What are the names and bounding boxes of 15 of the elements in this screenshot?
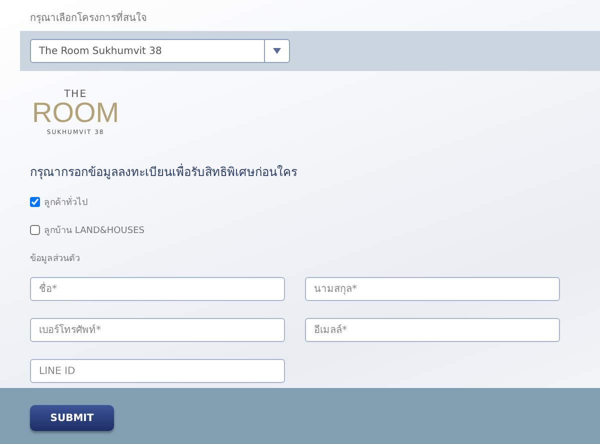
checkbox-label: ลูกบ้าน LAND&HOUSES: [44, 224, 144, 237]
submit-button[interactable]: SUBMIT: [30, 405, 114, 431]
section-label: ข้อมูลส่วนตัว: [30, 252, 81, 265]
input-field[interactable]: อีเมลล์*: [305, 318, 560, 342]
input-field[interactable]: ชื่อ*: [30, 277, 285, 301]
select-label: กรุณาเลือกโครงการที่สนใจ: [30, 10, 600, 25]
form-heading: กรุณากรอกข้อมูลลงทะเบียนเพื่อรับสิทธิพิเศษก่อนใคร: [30, 162, 298, 181]
checkbox[interactable]: [30, 197, 40, 207]
input-field[interactable]: นามสกุล*: [305, 277, 560, 301]
input-field[interactable]: LINE ID: [30, 359, 285, 383]
input-field[interactable]: เบอร์โทรศัพท์*: [30, 318, 285, 342]
checkbox-label: ลูกค้าทั่วไป: [44, 195, 88, 209]
checkbox[interactable]: [30, 225, 40, 235]
project-dropdown[interactable]: The Room Sukhumvit 38: [30, 39, 290, 63]
caret-icon: [273, 48, 281, 54]
